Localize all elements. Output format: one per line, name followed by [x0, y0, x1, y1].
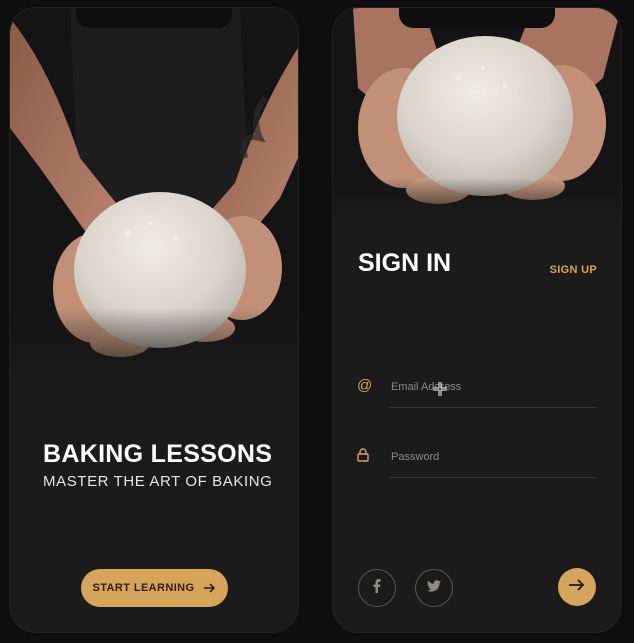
facebook-button[interactable] — [358, 569, 396, 607]
start-learning-button[interactable]: START LEARNING — [81, 569, 228, 607]
phone-notch — [399, 8, 555, 28]
signin-screen: SIGN IN SIGN UP @ — [333, 8, 621, 632]
hero-image-hands-holding-dough — [10, 8, 298, 388]
twitter-icon — [427, 579, 441, 597]
lock-icon — [357, 448, 373, 464]
start-learning-label: START LEARNING — [92, 582, 195, 594]
submit-button[interactable] — [558, 568, 596, 606]
signup-link[interactable]: SIGN UP — [550, 264, 597, 276]
email-input[interactable] — [389, 376, 598, 398]
email-field: @ — [357, 370, 598, 410]
screen: BAKING LESSONS MASTER THE ART OF BAKING … — [0, 0, 634, 643]
phone-notch — [76, 8, 232, 28]
facebook-icon — [373, 578, 381, 598]
page-subtitle: MASTER THE ART OF BAKING — [43, 473, 273, 490]
arrow-right-icon — [569, 578, 585, 596]
title-block: BAKING LESSONS MASTER THE ART OF BAKING — [43, 440, 272, 490]
password-underline — [389, 477, 596, 478]
twitter-button[interactable] — [415, 569, 453, 607]
email-underline — [389, 407, 596, 408]
signin-title: SIGN IN — [358, 249, 452, 277]
at-icon: @ — [357, 377, 373, 394]
hero-image-hands-holding-dough — [333, 8, 621, 223]
mouse-cursor — [433, 382, 447, 396]
arrow-right-icon — [204, 580, 216, 596]
onboarding-screen: BAKING LESSONS MASTER THE ART OF BAKING … — [10, 8, 298, 632]
page-title: BAKING LESSONS — [43, 440, 273, 468]
password-field — [357, 440, 598, 480]
password-input[interactable] — [389, 446, 598, 468]
